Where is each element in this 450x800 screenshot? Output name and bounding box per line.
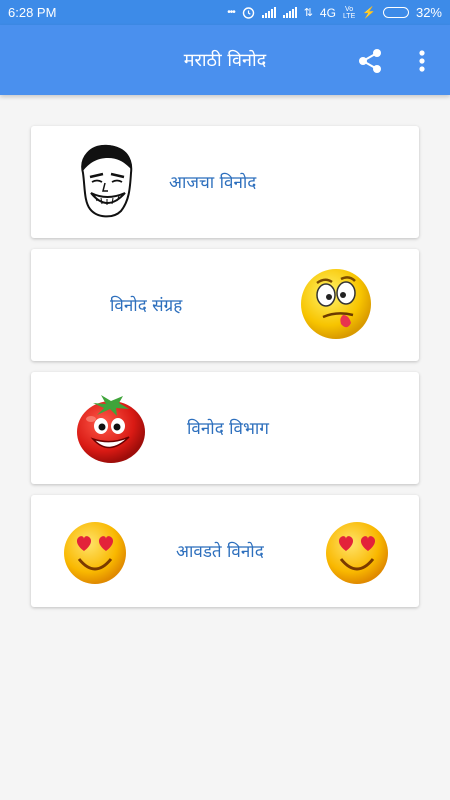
status-bar: 6:28 PM ••• ⇅ 4G Vo LTE ⚡ 32% xyxy=(0,0,450,25)
signal-icon-2 xyxy=(282,7,297,18)
menu-item-todays-joke[interactable]: आजचा विनोद xyxy=(31,126,419,238)
heart-eyes-emoji-icon xyxy=(64,522,126,584)
network-type: 4G xyxy=(319,5,336,20)
menu-item-label: आजचा विनोद xyxy=(169,173,257,193)
lte-top: Vo xyxy=(345,5,354,13)
status-icons: ••• ⇅ 4G Vo LTE ⚡ 32% xyxy=(227,5,442,20)
more-notifications-icon: ••• xyxy=(227,7,235,18)
menu-item-joke-collection[interactable]: विनोद संग्रह xyxy=(31,249,419,361)
battery-icon xyxy=(382,7,409,18)
heart-eyes-emoji-icon xyxy=(326,522,388,584)
status-time: 6:28 PM xyxy=(8,5,57,20)
app-bar: मराठी विनोद xyxy=(0,25,450,95)
more-vertical-icon[interactable] xyxy=(412,47,432,75)
share-icon[interactable] xyxy=(356,47,384,75)
menu-item-label: विनोद संग्रह xyxy=(110,296,183,316)
lte-bottom: LTE xyxy=(342,12,356,20)
tomato-face-icon xyxy=(77,395,145,463)
volte-icon: Vo LTE xyxy=(343,6,355,20)
data-transfer-icon: ⇅ xyxy=(303,7,313,19)
signal-icon xyxy=(261,7,276,18)
troll-face-icon xyxy=(81,144,133,218)
menu-item-label: विनोद विभाग xyxy=(187,419,269,439)
menu-item-favourite-jokes[interactable]: आवडते विनोद xyxy=(31,495,419,607)
silly-emoji-icon xyxy=(301,269,371,339)
alarm-icon xyxy=(242,7,254,19)
menu-item-joke-sections[interactable]: विनोद विभाग xyxy=(31,372,419,484)
charging-icon: ⚡ xyxy=(362,7,376,19)
battery-percent: 32% xyxy=(415,5,442,20)
menu-item-label: आवडते विनोद xyxy=(176,542,264,562)
